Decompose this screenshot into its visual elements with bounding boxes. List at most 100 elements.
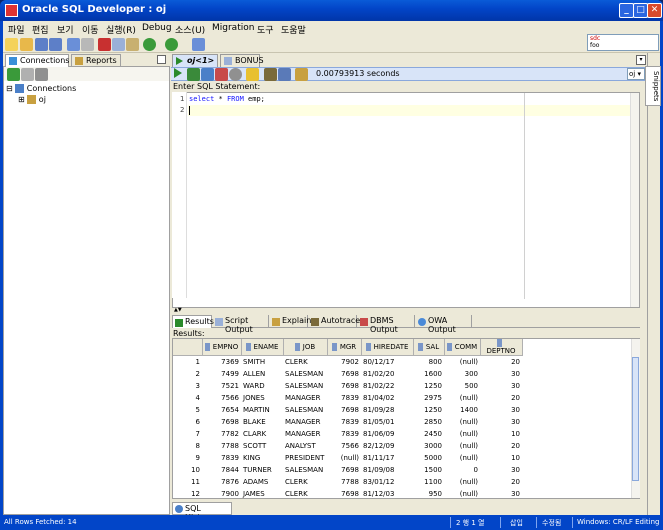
save-icon[interactable] (35, 38, 48, 51)
table-cell[interactable]: CLERK (283, 488, 327, 499)
grid-scrollbar-thumb[interactable] (632, 357, 639, 481)
tab-autotrace[interactable]: Autotrace (309, 315, 360, 328)
table-cell[interactable]: 300 (444, 368, 480, 380)
back-icon[interactable] (143, 38, 156, 51)
table-row[interactable]: 7 7782 CLARK MANAGER 7839 81/06/09 2450 (null) 1… (173, 427, 522, 440)
table-cell[interactable]: 7566 (202, 392, 241, 404)
table-cell[interactable]: SALESMAN (283, 368, 327, 380)
table-cell[interactable]: 81/09/08 (361, 464, 413, 476)
table-cell[interactable]: WARD (241, 380, 283, 392)
rollback-icon[interactable] (215, 68, 228, 81)
table-cell[interactable]: 7698 (327, 488, 361, 499)
table-cell[interactable]: ALLEN (241, 368, 283, 380)
table-cell[interactable]: 1400 (444, 404, 480, 416)
menu-navigate[interactable]: 이동 (82, 23, 99, 36)
tab-worksheet[interactable]: oj<1> (172, 54, 218, 67)
snippets-tab[interactable]: Snippets (645, 66, 661, 106)
menu-help[interactable]: 도움말 (281, 23, 306, 36)
table-row[interactable]: 4 7566 JONES MANAGER 7839 81/04/02 2975 (null) 2… (173, 391, 522, 404)
table-cell[interactable]: 7839 (202, 452, 241, 464)
cut-icon[interactable] (98, 38, 111, 51)
column-header[interactable]: EMPNO (202, 339, 242, 356)
table-cell[interactable]: 7698 (327, 368, 361, 380)
tab-results[interactable]: Results (172, 315, 214, 328)
table-cell[interactable]: 7839 (327, 428, 361, 440)
sql-editor[interactable] (172, 92, 640, 308)
table-cell[interactable]: (null) (444, 392, 480, 404)
table-cell[interactable]: 2975 (413, 392, 444, 404)
table-cell[interactable]: 1100 (413, 476, 444, 488)
menu-view[interactable]: 보기 (57, 23, 74, 36)
table-cell[interactable]: JAMES (241, 488, 283, 499)
table-cell[interactable]: JONES (241, 392, 283, 404)
table-cell[interactable]: 0 (444, 464, 480, 476)
table-cell[interactable]: TURNER (241, 464, 283, 476)
table-cell[interactable]: (null) (327, 452, 361, 464)
table-cell[interactable]: 81/06/09 (361, 428, 413, 440)
search-input[interactable]: sdc foo (587, 34, 659, 51)
table-cell[interactable]: 7499 (202, 368, 241, 380)
table-cell[interactable]: 2450 (413, 428, 444, 440)
table-cell[interactable]: (null) (444, 416, 480, 428)
editor-scrollbar[interactable] (630, 93, 639, 307)
table-row[interactable]: 10 7844 TURNER SALESMAN 7698 81/09/08 1500 0 30 (173, 463, 522, 476)
table-cell[interactable]: 950 (413, 488, 444, 499)
table-cell[interactable]: MANAGER (283, 416, 327, 428)
table-cell[interactable]: 7521 (202, 380, 241, 392)
table-cell[interactable]: 7698 (327, 380, 361, 392)
new-icon[interactable] (5, 38, 18, 51)
sql-worksheet-icon[interactable] (192, 38, 205, 51)
column-header[interactable]: JOB (283, 339, 328, 356)
forward-icon[interactable] (165, 38, 178, 51)
table-cell[interactable]: 800 (413, 356, 444, 368)
refresh-icon[interactable] (21, 68, 34, 81)
table-cell[interactable]: 30 (480, 380, 522, 392)
menu-tools[interactable]: 도구 (257, 23, 274, 36)
table-cell[interactable]: 7900 (202, 488, 241, 499)
table-cell[interactable]: SMITH (241, 356, 283, 368)
table-cell[interactable]: CLERK (283, 476, 327, 488)
tab-connections[interactable]: Connections (5, 54, 69, 67)
table-cell[interactable]: 81/05/01 (361, 416, 413, 428)
table-cell[interactable]: ADAMS (241, 476, 283, 488)
minimize-button[interactable]: _ (619, 3, 634, 18)
table-cell[interactable]: 10 (480, 452, 522, 464)
run-icon[interactable] (174, 68, 182, 78)
column-header[interactable]: MGR (327, 339, 362, 356)
menu-source[interactable]: 소스(U) (175, 23, 205, 36)
column-header[interactable]: DEPTNO (480, 339, 523, 356)
table-cell[interactable]: 80/12/17 (361, 356, 413, 368)
table-row[interactable]: 6 7698 BLAKE MANAGER 7839 81/05/01 2850 (null) 3… (173, 415, 522, 428)
table-row[interactable]: 3 7521 WARD SALESMAN 7698 81/02/22 1250 500 30 (173, 379, 522, 392)
table-cell[interactable]: 7698 (202, 416, 241, 428)
table-cell[interactable]: 7839 (327, 416, 361, 428)
tab-script-output[interactable]: Script Output (213, 315, 269, 334)
table-cell[interactable]: 7782 (202, 428, 241, 440)
add-connection-icon[interactable] (7, 68, 20, 81)
tab-bonus[interactable]: BONUS (220, 54, 264, 67)
expand-icon[interactable]: ⊞ (18, 95, 25, 104)
table-cell[interactable]: 1500 (413, 464, 444, 476)
table-cell[interactable]: 1250 (413, 380, 444, 392)
table-cell[interactable]: 7369 (202, 356, 241, 368)
table-row[interactable]: 8 7788 SCOTT ANALYST 7566 82/12/09 3000 (null) 2… (173, 439, 522, 452)
table-cell[interactable]: 30 (480, 464, 522, 476)
table-cell[interactable]: 20 (480, 440, 522, 452)
table-cell[interactable]: (null) (444, 356, 480, 368)
minimize-panel-button[interactable] (157, 55, 166, 64)
table-cell[interactable]: CLARK (241, 428, 283, 440)
table-cell[interactable]: 500 (444, 380, 480, 392)
table-cell[interactable]: (null) (444, 428, 480, 440)
table-cell[interactable]: 1600 (413, 368, 444, 380)
table-cell[interactable]: CLERK (283, 356, 327, 368)
table-cell[interactable]: (null) (444, 440, 480, 452)
table-cell[interactable]: (null) (444, 452, 480, 464)
clear-icon[interactable] (295, 68, 308, 81)
column-header[interactable]: HIREDATE (361, 339, 414, 356)
sql-code[interactable]: select * FROM emp; (189, 95, 265, 103)
cancel-icon[interactable] (229, 68, 242, 81)
table-cell[interactable]: 30 (480, 416, 522, 428)
copy-icon[interactable] (112, 38, 125, 51)
table-cell[interactable]: 7839 (327, 392, 361, 404)
table-cell[interactable]: 7654 (202, 404, 241, 416)
